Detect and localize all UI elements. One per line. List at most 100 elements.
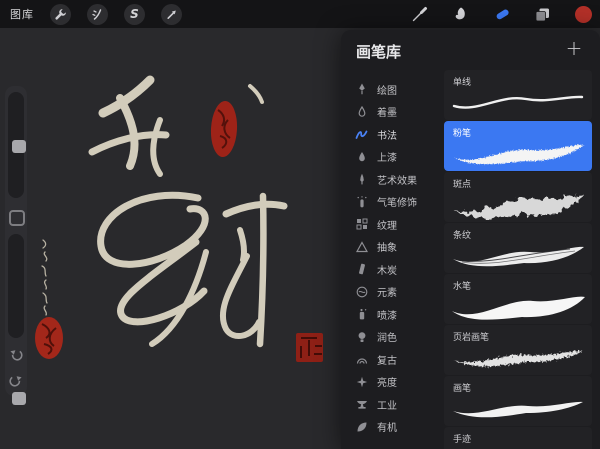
category-abstract[interactable]: 抽象: [341, 236, 444, 259]
category-industrial[interactable]: 工业: [341, 393, 444, 416]
calligraphy-artwork: [35, 75, 323, 362]
category-label: 有机: [377, 423, 397, 435]
streaks-stroke-preview: [453, 246, 584, 267]
elements-swirl-icon: [355, 285, 368, 298]
undo-icon[interactable]: [9, 348, 23, 362]
brush-pen-stroke-preview: [453, 401, 583, 418]
paint-drop-icon: [355, 150, 368, 163]
category-label: 工业: [377, 400, 397, 412]
category-inking[interactable]: 着墨: [341, 101, 444, 124]
brush-size-slider[interactable]: [8, 92, 26, 198]
category-organic[interactable]: 有机: [341, 416, 444, 439]
category-list: 绘图 着墨 书法 上漆 艺术效果 气笔修饰 纹理 抽象 木炭 元素 喷漆 润色 …: [341, 78, 444, 438]
category-spraypaints[interactable]: 喷漆: [341, 303, 444, 326]
category-label: 复古: [377, 355, 397, 367]
actions-button[interactable]: [50, 3, 71, 25]
modify-button[interactable]: [9, 210, 25, 226]
anvil-icon: [355, 398, 368, 411]
water-pen-stroke-preview: [452, 296, 585, 320]
artistic-brush-icon: [355, 173, 368, 186]
monoline-stroke-preview: [452, 95, 584, 109]
panel-title: 画笔库: [356, 43, 402, 61]
leaf-icon: [355, 420, 368, 433]
texture-checker-icon: [355, 218, 368, 231]
eraser-tool-button[interactable]: [492, 5, 510, 23]
active-color-swatch: [574, 5, 592, 23]
top-oval-seal: [210, 101, 238, 157]
category-label: 绘图: [377, 85, 397, 97]
gallery-button[interactable]: 图库: [10, 6, 34, 22]
brush-water-pen[interactable]: 水笔: [444, 274, 592, 324]
brush-streaks[interactable]: 条纹: [444, 223, 592, 273]
category-label: 元素: [377, 288, 397, 300]
bottom-left-oval-seal: [35, 317, 63, 359]
opacity-slider[interactable]: [8, 234, 26, 405]
category-drawing[interactable]: 绘图: [341, 78, 444, 101]
layers-button[interactable]: [533, 5, 551, 23]
brush-brush-pen[interactable]: 画笔: [444, 376, 592, 426]
abstract-triangle-icon: [355, 240, 368, 253]
brush-library-panel: 画笔库 + 绘图 着墨 书法 上漆 艺术效果 气笔修饰 纹理 抽象 木炭 元素 …: [341, 30, 600, 449]
adjustments-button[interactable]: [87, 3, 108, 25]
category-label: 书法: [377, 130, 397, 142]
category-label: 着墨: [377, 108, 397, 120]
brush-blotchy[interactable]: 斑点: [444, 172, 592, 222]
opacity-handle[interactable]: [12, 392, 26, 405]
ink-drop-icon: [355, 105, 368, 118]
category-airbrushing[interactable]: 气笔修饰: [341, 191, 444, 214]
panel-header: 画笔库 +: [341, 30, 600, 68]
smudge-finger-icon: [455, 7, 465, 20]
sparkle-star-icon: [355, 375, 368, 388]
brush-name: 手迹: [453, 435, 472, 445]
rainbow-arc-icon: [355, 353, 368, 366]
add-brush-button[interactable]: +: [562, 36, 586, 60]
category-label: 亮度: [377, 378, 397, 390]
drawing-brush-icon: [355, 83, 368, 96]
category-charcoals[interactable]: 木炭: [341, 258, 444, 281]
category-label: 抽象: [377, 243, 397, 255]
eraser-icon: [496, 9, 509, 19]
wrench-icon: [55, 8, 66, 20]
layers-icon: [535, 8, 549, 21]
color-button[interactable]: [574, 5, 592, 23]
spray-can-icon: [355, 308, 368, 321]
category-artistic[interactable]: 艺术效果: [341, 168, 444, 191]
lightbulb-icon: [355, 330, 368, 343]
category-label: 木炭: [377, 265, 397, 277]
bottom-right-square-seal: [296, 333, 323, 362]
category-elements[interactable]: 元素: [341, 281, 444, 304]
brush-tool-button[interactable]: [410, 5, 428, 23]
category-label: 润色: [377, 333, 397, 345]
category-calligraphy[interactable]: 书法: [341, 123, 444, 146]
category-label: 纹理: [377, 220, 397, 232]
adjustments-icon: [92, 8, 102, 20]
charcoal-stick-icon: [355, 263, 368, 276]
transform-button[interactable]: [161, 3, 182, 25]
category-textures[interactable]: 纹理: [341, 213, 444, 236]
paintbrush-icon: [412, 6, 427, 21]
shale-stroke-preview: [453, 350, 583, 367]
selection-s-icon: S: [130, 7, 139, 21]
paint-tools: [410, 0, 592, 28]
selection-button[interactable]: S: [124, 3, 145, 25]
brush-script[interactable]: 手迹: [444, 427, 592, 449]
blotchy-stroke-preview: [452, 194, 585, 218]
smudge-tool-button[interactable]: [451, 5, 469, 23]
brush-shale-brush[interactable]: 页岩画笔: [444, 325, 592, 375]
category-retouching[interactable]: 润色: [341, 326, 444, 349]
category-luminance[interactable]: 亮度: [341, 371, 444, 394]
category-label: 艺术效果: [377, 175, 417, 187]
brush-size-handle[interactable]: [12, 140, 26, 153]
category-vintage[interactable]: 复古: [341, 348, 444, 371]
calligraphy-stroke-icon: [355, 128, 368, 141]
airbrush-icon: [355, 195, 368, 208]
signature-inscription: [41, 239, 48, 316]
procreate-app: 图库 S 画笔库 + 绘图 着墨 书法 上漆 艺术效果 气笔修饰 纹理 抽象 木…: [0, 0, 600, 449]
brush-monoline[interactable]: 单线: [444, 70, 592, 120]
category-painting[interactable]: 上漆: [341, 146, 444, 169]
sidebar-controls: [5, 86, 27, 405]
top-toolbar: 图库 S: [0, 0, 600, 28]
brush-list: 单线 粉笔 斑点 条纹 水笔 页岩画笔 画笔 手迹: [444, 70, 592, 449]
redo-icon[interactable]: [9, 374, 23, 388]
brush-chalk[interactable]: 粉笔: [444, 121, 592, 171]
